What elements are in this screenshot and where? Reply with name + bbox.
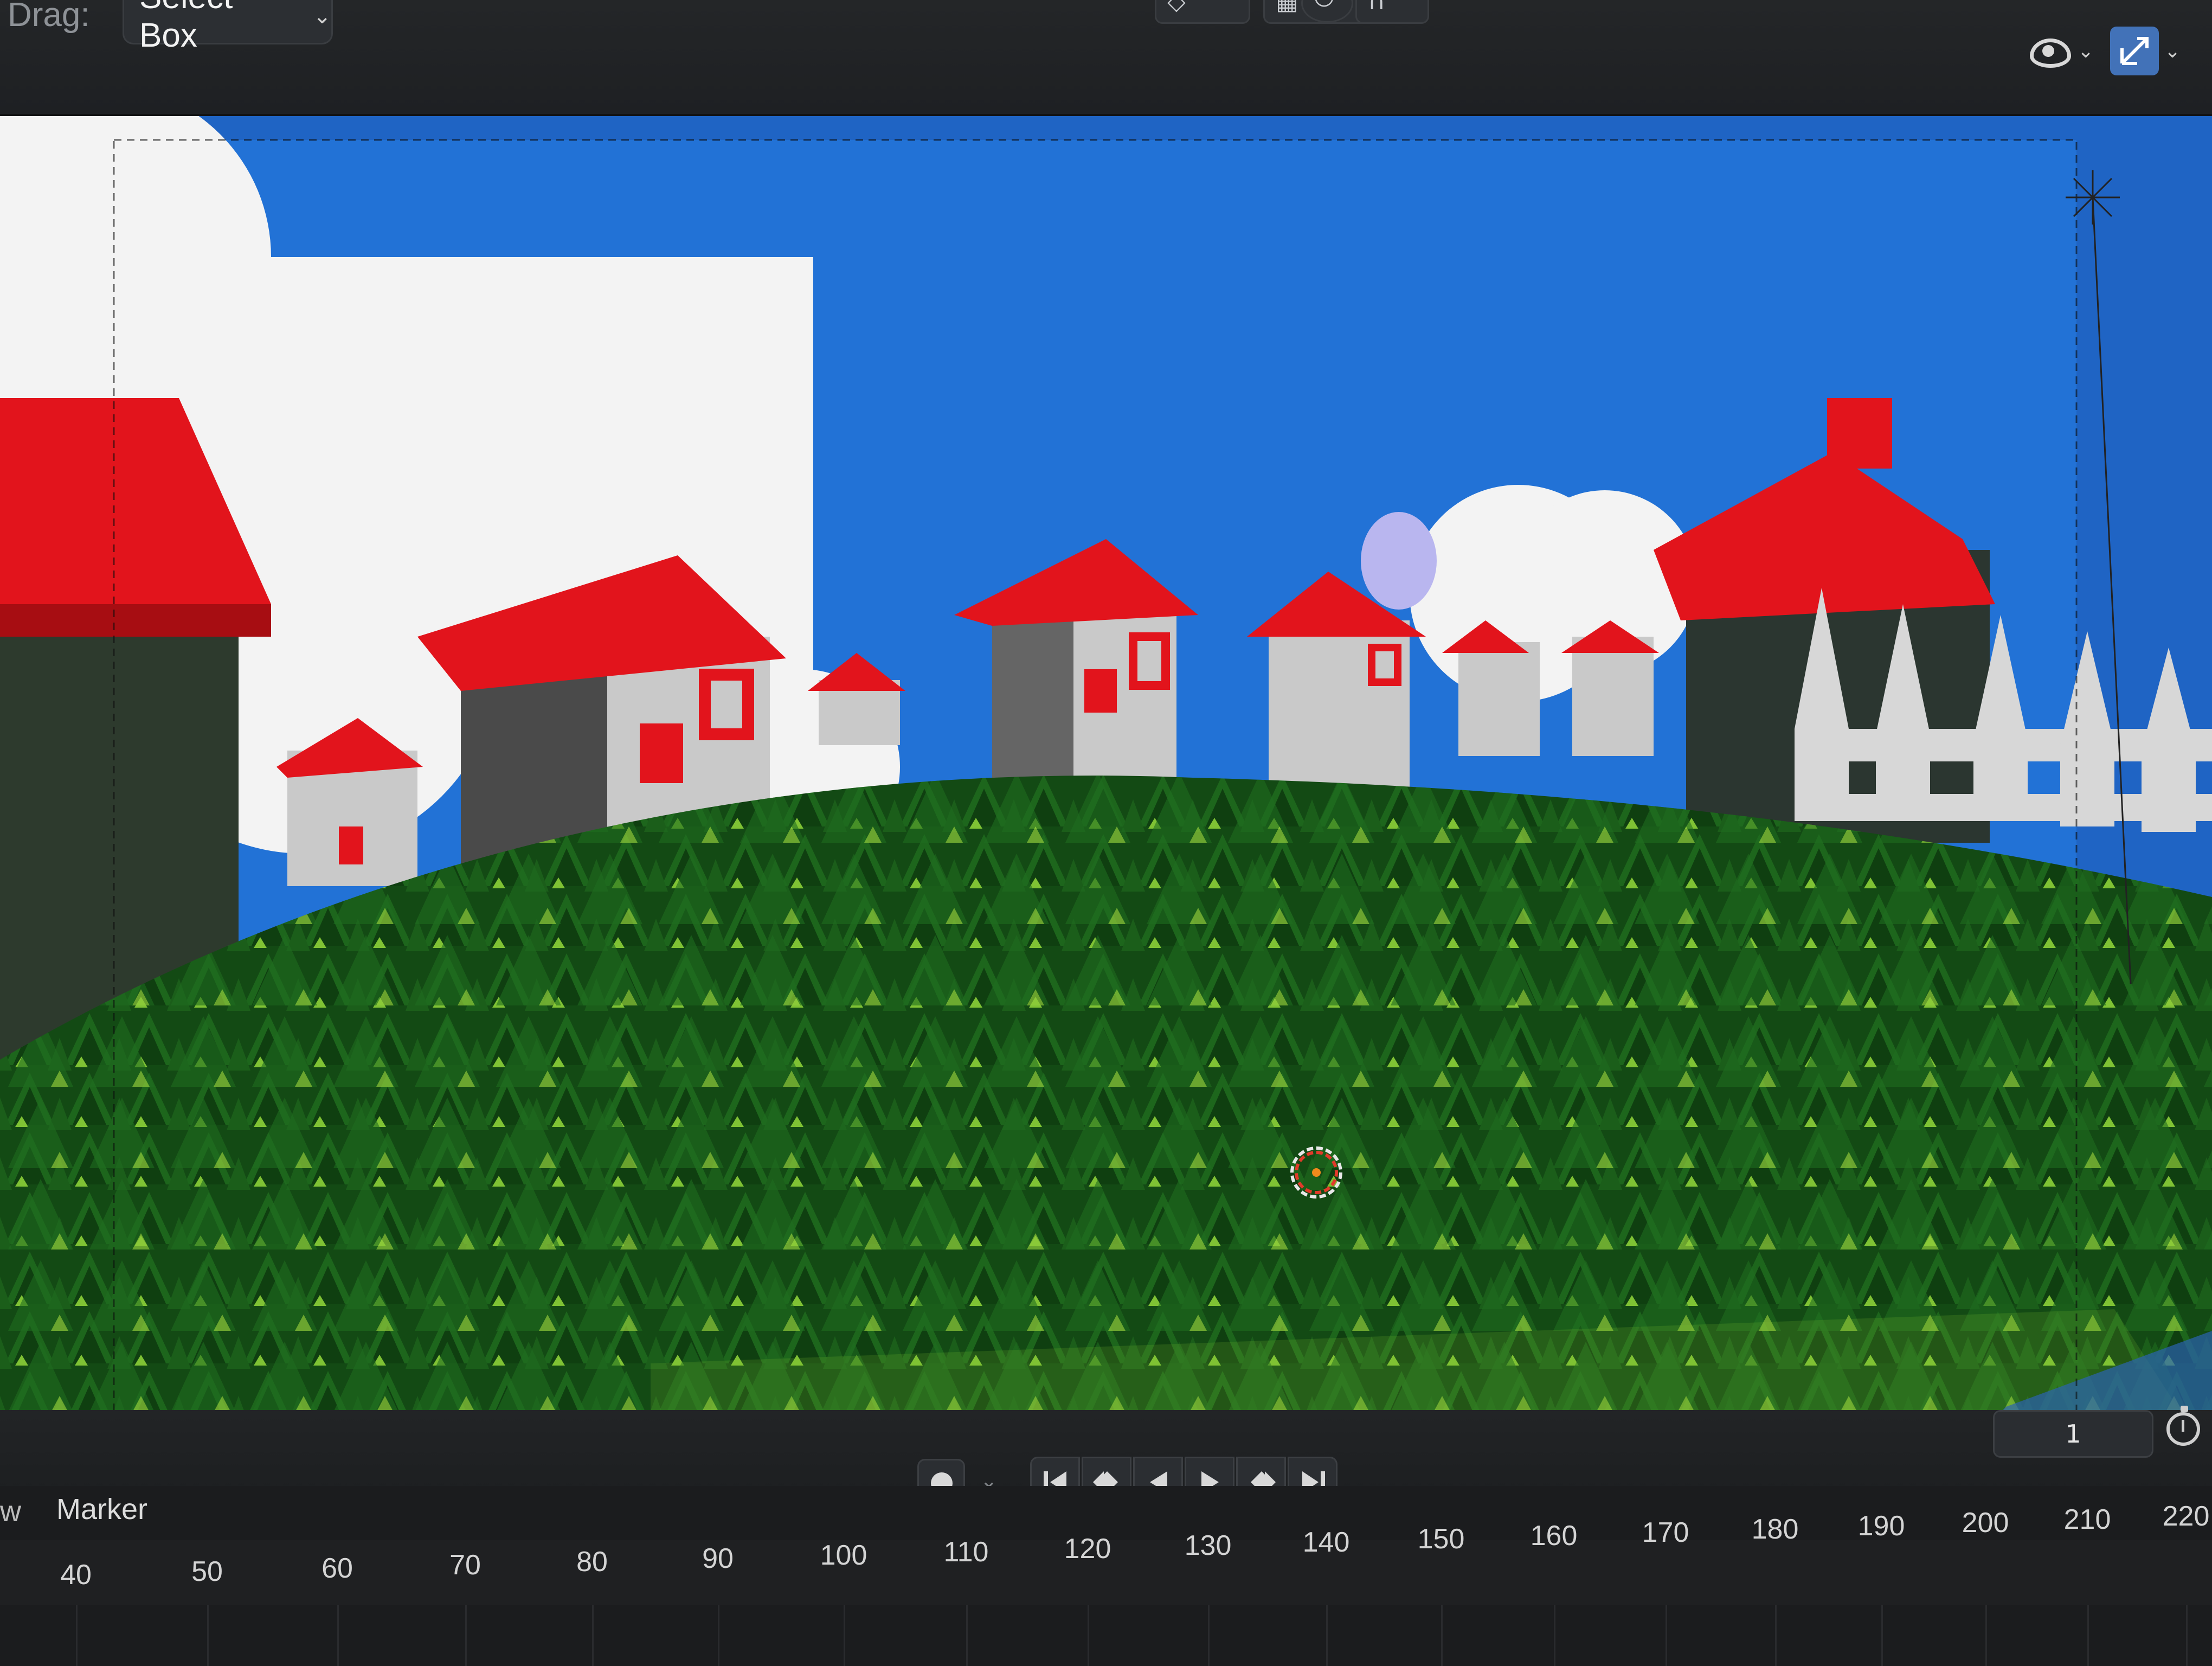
visibility-dropdown[interactable]: ⌄ <box>2028 23 2094 79</box>
stopwatch-icon[interactable] <box>2166 1406 2200 1446</box>
frame-tick-label: 170 <box>1642 1517 1689 1548</box>
frame-grid-line <box>1441 1605 1443 1666</box>
frame-tick-label: 190 <box>1857 1510 1905 1542</box>
frame-grid-line <box>1208 1605 1210 1666</box>
pivot-icon: ◇ <box>1167 0 1186 15</box>
gizmo-icon <box>2110 27 2159 75</box>
frame-tick-label: 110 <box>943 1536 989 1568</box>
frame-tick-label: 70 <box>449 1549 481 1581</box>
proportional-edit-icon: ○ <box>1314 0 1334 10</box>
select-box-dropdown[interactable]: Select Box ⌄ <box>123 0 333 54</box>
view-menu[interactable]: w <box>0 1495 21 1528</box>
frame-grid-line <box>1881 1605 1883 1666</box>
frame-tick-label: 100 <box>820 1540 867 1571</box>
frame-grid-line <box>76 1605 78 1666</box>
frame-grid-line <box>1985 1605 1987 1666</box>
frame-grid-line <box>1666 1605 1667 1666</box>
frame-grid-line <box>1326 1605 1328 1666</box>
frame-grid-line <box>2186 1605 2188 1666</box>
frame-grid-line <box>2087 1605 2089 1666</box>
house-center-4 <box>1561 620 1659 756</box>
3d-viewport[interactable] <box>0 116 2212 1461</box>
frame-grid-line <box>966 1605 968 1666</box>
frame-tick-label: 60 <box>321 1553 353 1584</box>
frame-grid-line <box>1088 1605 1089 1666</box>
drag-label: Drag: <box>8 0 90 34</box>
falloff-curve-icon: ∩ <box>1368 0 1386 15</box>
chevron-down-icon: ⌄ <box>2164 40 2181 62</box>
3d-cursor-icon[interactable] <box>1290 1146 1342 1199</box>
frame-grid-line <box>844 1605 845 1666</box>
frame-tick-label: 50 <box>191 1556 223 1587</box>
scene-render <box>0 116 2212 1461</box>
frame-tick-label: 220 <box>2162 1501 2210 1532</box>
frame-grid-line <box>592 1605 594 1666</box>
snap-icon: ▦ <box>1276 0 1298 15</box>
frame-grid-line <box>1775 1605 1777 1666</box>
frame-grid-line <box>207 1605 209 1666</box>
frame-grid-line <box>337 1605 339 1666</box>
frame-tick-label: 130 <box>1184 1530 1232 1561</box>
frame-tick-label: 210 <box>2063 1504 2111 1535</box>
frame-grid-line <box>1554 1605 1555 1666</box>
eye-icon <box>2028 34 2072 68</box>
frame-grid-line <box>718 1605 719 1666</box>
frame-tick-label: 140 <box>1302 1527 1350 1558</box>
frame-grid-line <box>465 1605 467 1666</box>
frame-tick-label: 80 <box>576 1546 608 1578</box>
frame-tick-label: 200 <box>1962 1507 2009 1539</box>
viewport-header: Drag: Select Box ⌄ ◇ ▦ ○ ∩ ⌄ ⌄ <box>0 0 2212 116</box>
select-box-label: Select Box <box>139 0 233 54</box>
frame-tick-label: 160 <box>1530 1520 1578 1552</box>
marker-menu[interactable]: Marker <box>56 1492 147 1526</box>
frame-tick-label: 180 <box>1751 1514 1799 1545</box>
frame-tick-label: 90 <box>702 1543 734 1574</box>
frame-tick-label: 120 <box>1064 1533 1111 1565</box>
current-frame-field[interactable]: 1 <box>1993 1410 2153 1458</box>
gizmo-toggle[interactable]: ⌄ <box>2088 23 2181 79</box>
frame-tick-label: 40 <box>60 1559 92 1591</box>
transform-pivot-dropdown[interactable]: ◇ <box>1155 0 1250 24</box>
chevron-down-icon: ⌄ <box>313 4 331 28</box>
frame-tick-label: 150 <box>1417 1523 1465 1555</box>
cursor-center-dot <box>1312 1168 1321 1177</box>
falloff-dropdown[interactable]: ∩ <box>1355 0 1429 24</box>
